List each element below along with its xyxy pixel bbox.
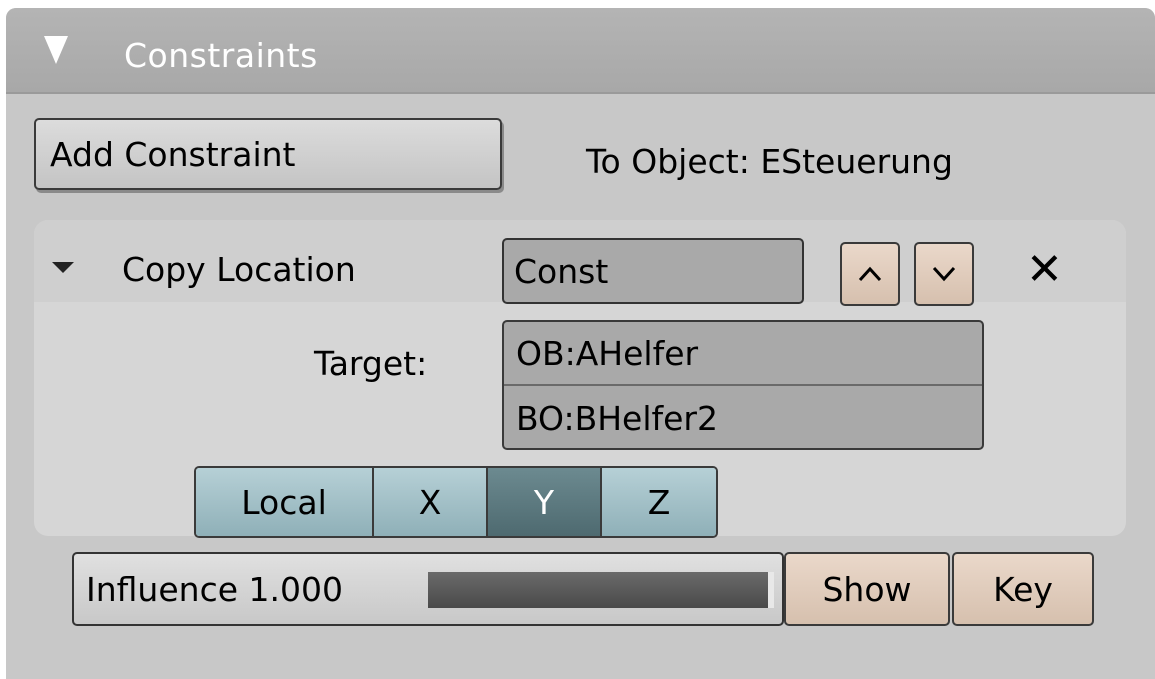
- constraint-header: Copy Location Const ✕: [34, 220, 1126, 306]
- local-label: Local: [241, 482, 327, 522]
- target-fields: OB:AHelfer BO:BHelfer2: [502, 320, 984, 450]
- target-bone-value: BO:BHelfer2: [516, 398, 718, 438]
- y-label: Y: [533, 482, 555, 522]
- constraints-panel: Constraints Add Constraint To Object: ES…: [6, 8, 1155, 679]
- y-toggle-button[interactable]: Y: [488, 468, 602, 536]
- move-down-button[interactable]: [914, 242, 974, 306]
- triangle-down-icon[interactable]: [44, 36, 68, 64]
- target-label: Target:: [314, 344, 428, 383]
- show-button[interactable]: Show: [784, 552, 950, 626]
- constraint-name-field[interactable]: Const: [502, 238, 804, 304]
- constraint-copy-location: Copy Location Const ✕ Target: OB:AHelfer: [34, 220, 1126, 538]
- key-label: Key: [993, 569, 1053, 609]
- constraint-type-label: Copy Location: [122, 250, 356, 289]
- z-label: Z: [647, 482, 671, 522]
- to-object-label: To Object: ESteuerung: [586, 142, 953, 181]
- axis-toggle-group: Local X Y Z: [194, 466, 718, 538]
- x-toggle-button[interactable]: X: [374, 468, 488, 536]
- target-bone-field[interactable]: BO:BHelfer2: [504, 386, 982, 448]
- add-constraint-label: Add Constraint: [50, 134, 296, 174]
- chevron-up-icon: [858, 266, 882, 282]
- expand-triangle-icon[interactable]: [52, 262, 74, 273]
- z-toggle-button[interactable]: Z: [602, 468, 716, 536]
- constraint-name-value: Const: [514, 251, 609, 291]
- local-toggle-button[interactable]: Local: [196, 468, 374, 536]
- close-icon[interactable]: ✕: [1026, 244, 1063, 295]
- influence-slider[interactable]: Influence 1.000: [72, 552, 784, 626]
- move-up-button[interactable]: [840, 242, 900, 306]
- panel-title: Constraints: [124, 36, 318, 75]
- influence-row: Influence 1.000 Show Key: [72, 552, 1094, 626]
- key-button[interactable]: Key: [952, 552, 1094, 626]
- panel-header[interactable]: Constraints: [6, 8, 1155, 94]
- influence-label: Influence 1.000: [86, 569, 343, 609]
- chevron-down-icon: [932, 266, 956, 282]
- influence-slider-fill[interactable]: [428, 572, 774, 608]
- add-constraint-button[interactable]: Add Constraint: [34, 118, 502, 190]
- show-label: Show: [822, 569, 912, 609]
- x-label: X: [418, 482, 442, 522]
- target-object-field[interactable]: OB:AHelfer: [504, 322, 982, 386]
- target-object-value: OB:AHelfer: [516, 333, 699, 373]
